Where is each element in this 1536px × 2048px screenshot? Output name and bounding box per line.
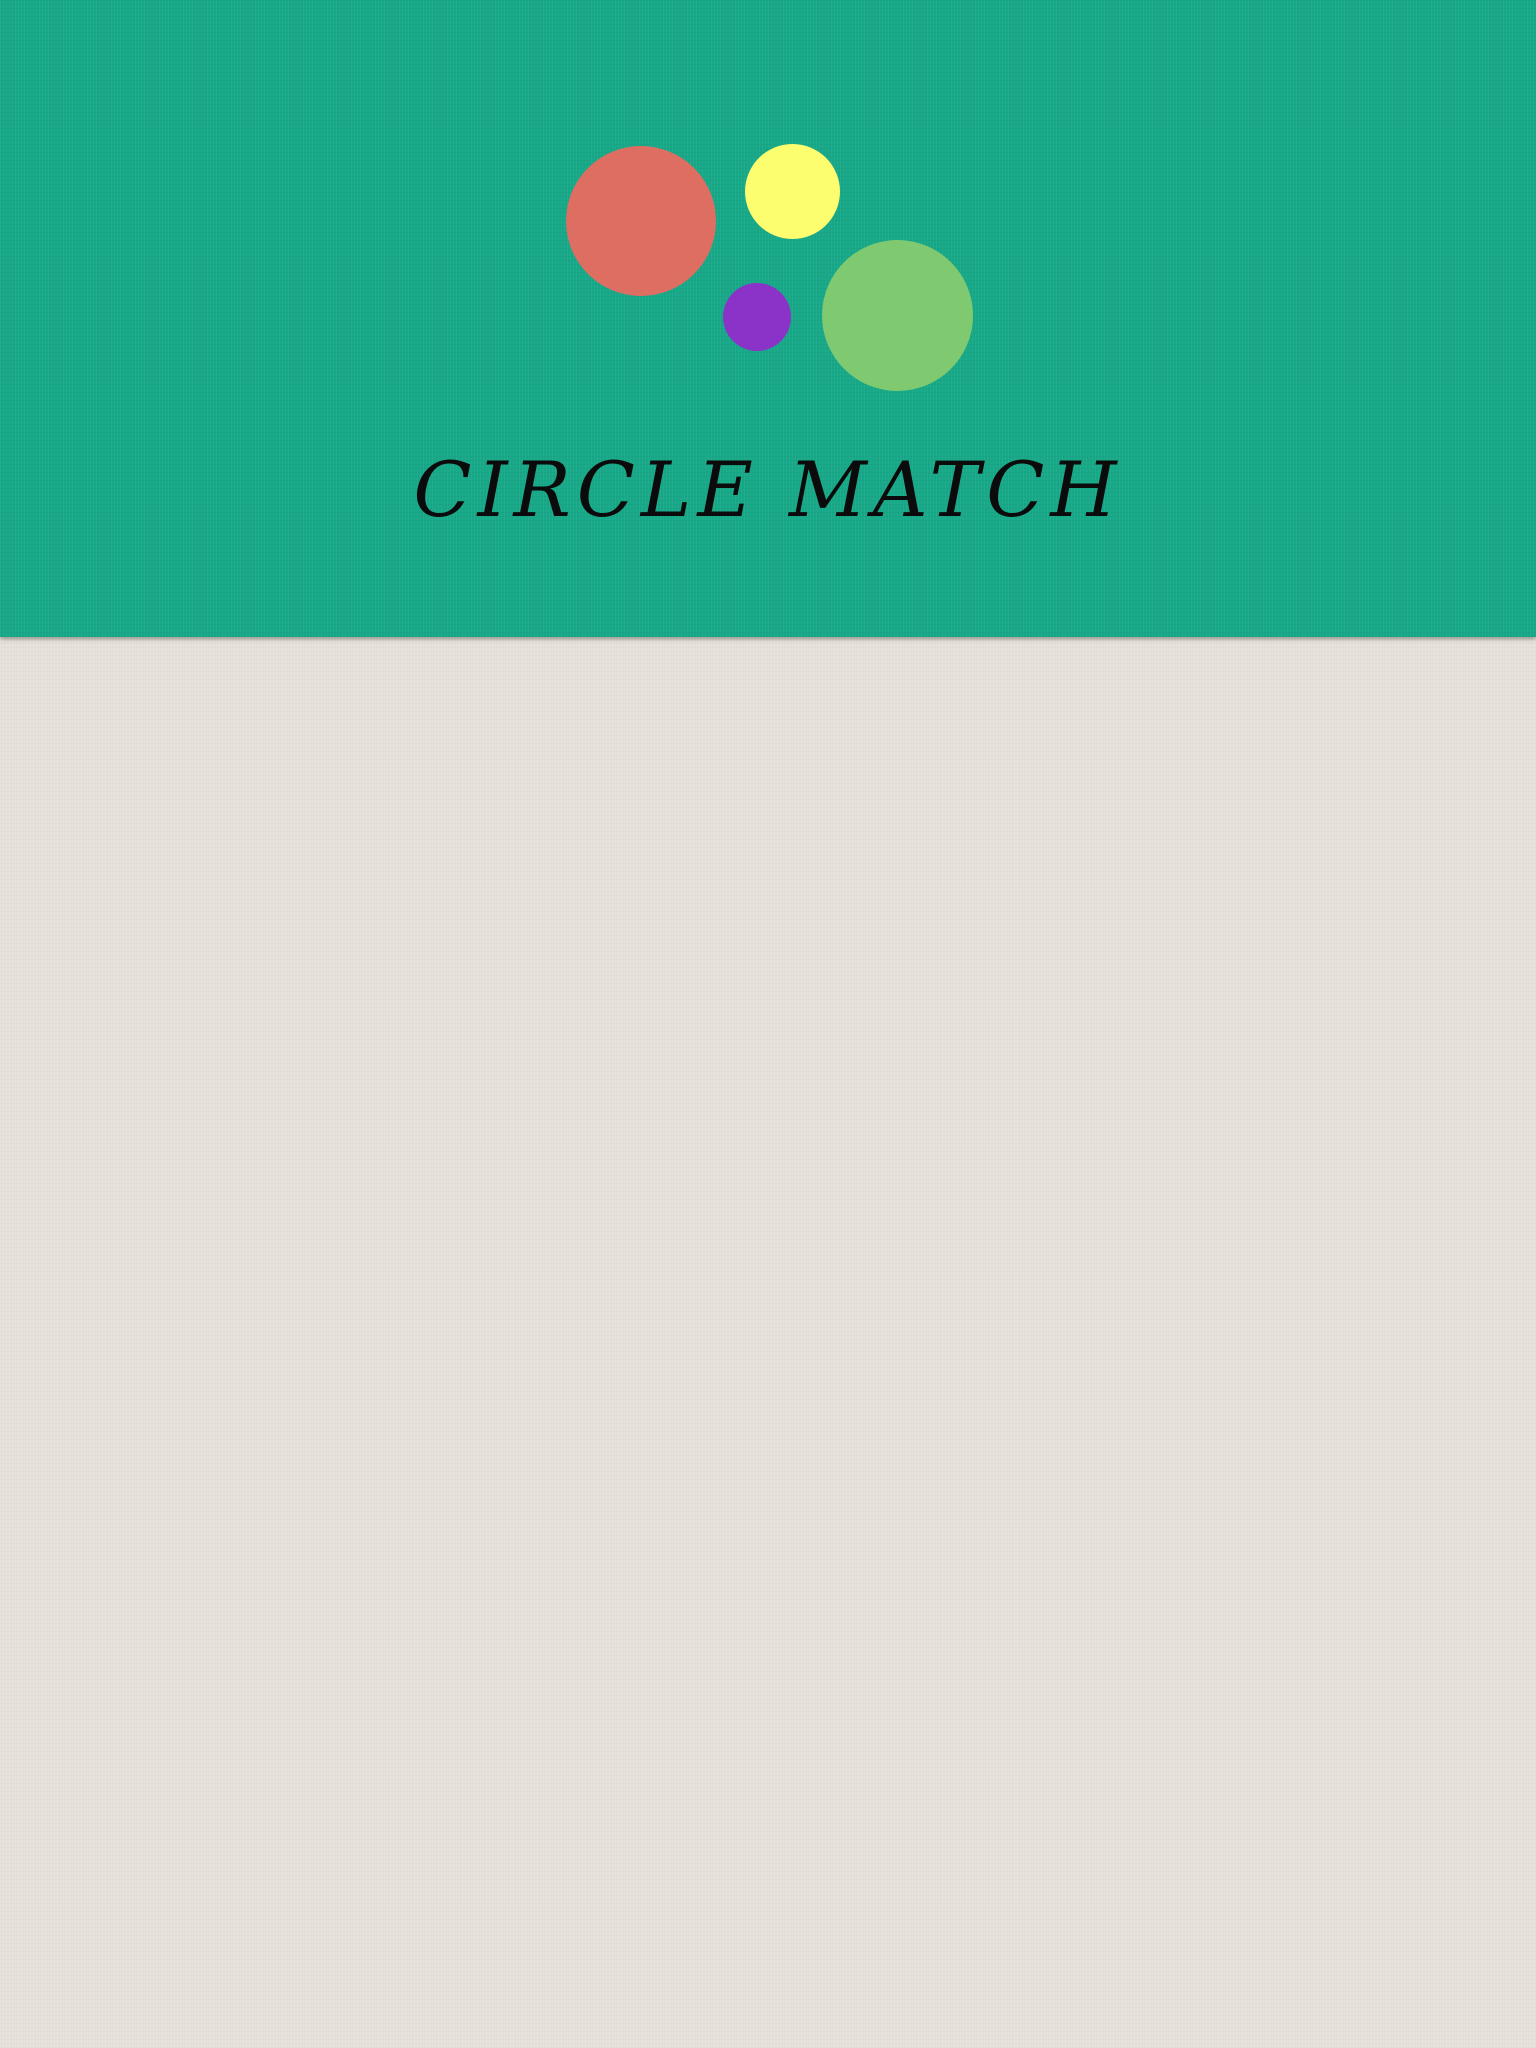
green-circle: [822, 240, 973, 391]
game-title: CIRCLE MATCH: [413, 445, 1123, 534]
circles-logo: [0, 0, 1536, 420]
title-header: CIRCLE MATCH: [0, 0, 1536, 637]
purple-circle: [723, 283, 791, 351]
red-circle: [566, 146, 716, 296]
yellow-circle: [745, 144, 840, 239]
game-board[interactable]: [0, 637, 1536, 2048]
